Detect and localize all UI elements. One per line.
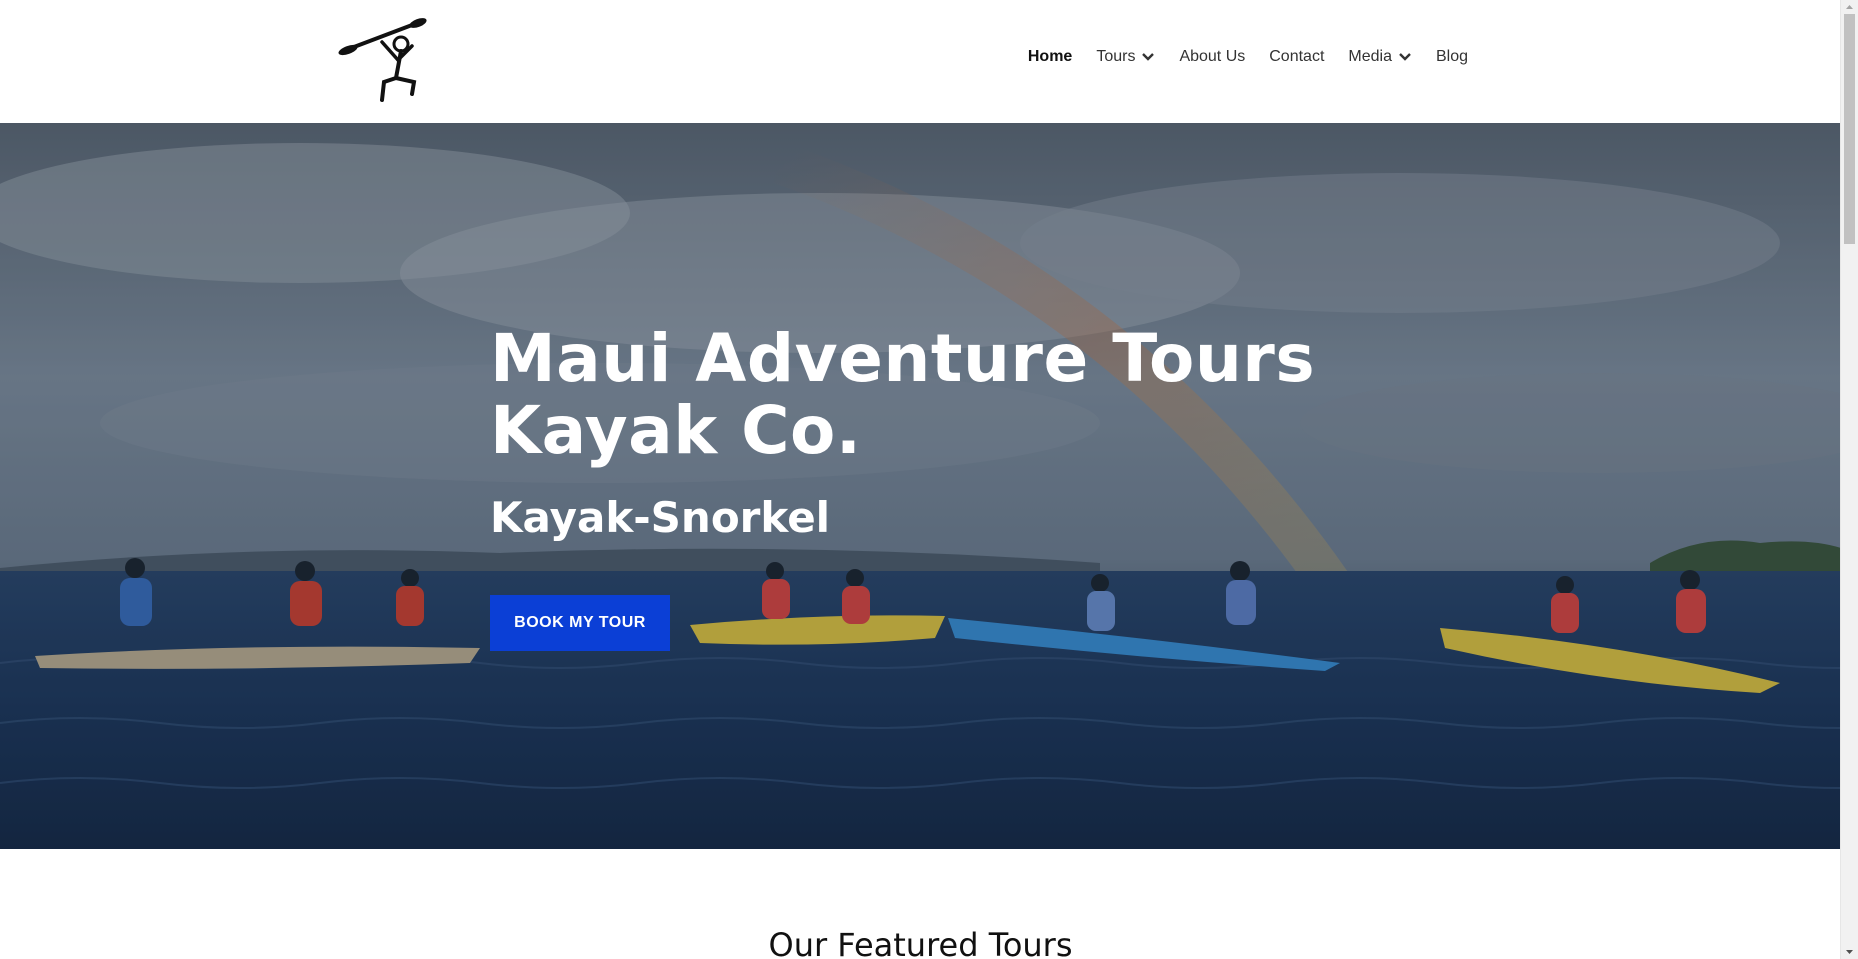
page-scrollbar[interactable] (1840, 0, 1858, 959)
nav-item-label: Contact (1269, 48, 1325, 65)
nav-item-label: About Us (1179, 48, 1246, 65)
main-nav: Home Tours About Us Contact Media Blog (1028, 48, 1468, 66)
scroll-up-arrow-icon[interactable] (1841, 0, 1858, 14)
nav-item-label: Media (1348, 48, 1392, 65)
hero-subtitle: Kayak-Snorkel (490, 493, 831, 542)
hero-title-line-1: Maui Adventure Tours (490, 320, 1316, 397)
book-my-tour-button[interactable]: BOOK MY TOUR (490, 595, 670, 651)
hero-title: Maui Adventure Tours Kayak Co. (490, 323, 1390, 467)
chevron-down-icon (1142, 53, 1155, 61)
site-header: Home Tours About Us Contact Media Blog (0, 0, 1841, 123)
nav-item-home[interactable]: Home (1028, 48, 1072, 66)
nav-item-contact[interactable]: Contact (1269, 48, 1324, 66)
kayaker-logo-icon (338, 18, 427, 102)
chevron-down-icon (1399, 53, 1411, 61)
nav-item-tours[interactable]: Tours (1096, 48, 1155, 66)
hero-content: Maui Adventure Tours Kayak Co. Kayak-Sno… (490, 323, 1390, 543)
nav-item-media[interactable]: Media (1348, 48, 1412, 66)
hero-banner: Maui Adventure Tours Kayak Co. Kayak-Sno… (0, 123, 1841, 849)
nav-item-label: Tours (1096, 48, 1136, 65)
logo[interactable] (338, 16, 430, 102)
scrollbar-thumb[interactable] (1844, 14, 1855, 244)
nav-item-blog[interactable]: Blog (1436, 48, 1468, 66)
featured-tours-heading: Our Featured Tours (768, 926, 1073, 959)
hero-title-line-2: Kayak Co. (490, 392, 862, 469)
nav-item-label: Blog (1435, 48, 1468, 65)
nav-item-label: Home (1027, 48, 1073, 65)
nav-item-about-us[interactable]: About Us (1179, 48, 1245, 66)
page: Home Tours About Us Contact Media Blog M… (0, 0, 1841, 959)
scroll-down-arrow-icon[interactable] (1841, 945, 1858, 959)
